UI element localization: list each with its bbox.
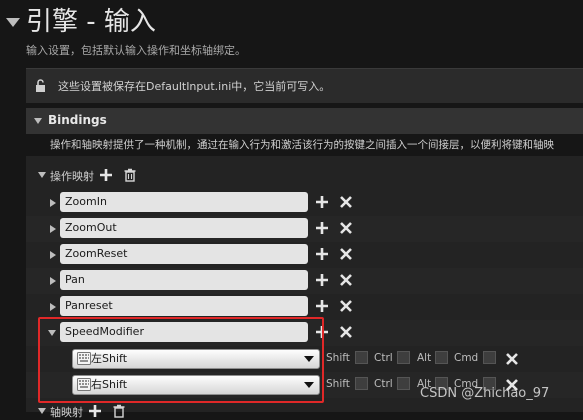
remove-key-icon[interactable] bbox=[505, 352, 519, 366]
action-name-field[interactable]: Panreset bbox=[60, 296, 308, 316]
bindings-title: Bindings bbox=[48, 113, 107, 127]
axis-mappings-label: 轴映射 bbox=[50, 406, 83, 419]
action-mappings-caret-icon[interactable] bbox=[38, 172, 46, 178]
action-mapping-row: ZoomOut bbox=[26, 216, 583, 242]
add-key-icon[interactable] bbox=[315, 299, 329, 313]
remove-icon[interactable] bbox=[339, 325, 353, 339]
action-name-field[interactable]: ZoomOut bbox=[60, 218, 308, 238]
collapse-caret-icon[interactable] bbox=[6, 18, 20, 27]
remove-icon[interactable] bbox=[339, 273, 353, 287]
add-action-mapping-icon[interactable] bbox=[99, 168, 113, 182]
remove-icon[interactable] bbox=[339, 195, 353, 209]
add-axis-mapping-icon[interactable] bbox=[88, 404, 102, 418]
trash-icon[interactable] bbox=[123, 168, 137, 182]
action-mapping-row: ZoomReset bbox=[26, 242, 583, 268]
watermark: CSDN @Zhichao_97 bbox=[420, 386, 550, 401]
shift-label: Shift bbox=[326, 378, 350, 390]
ctrl-label: Ctrl bbox=[374, 352, 393, 364]
remove-icon[interactable] bbox=[339, 247, 353, 261]
notice-text: 这些设置被保存在DefaultInput.ini中，它当前可写入。 bbox=[58, 80, 331, 93]
bindings-description: 操作和轴映射提供了一种机制，通过在输入行为和激活该行为的按键之间插入一个间接层，… bbox=[50, 139, 554, 151]
ctrl-checkbox[interactable] bbox=[397, 351, 410, 364]
action-mappings-label: 操作映射 bbox=[50, 170, 94, 183]
action-mapping-row: ZoomIn bbox=[26, 190, 583, 216]
remove-icon[interactable] bbox=[339, 299, 353, 313]
remove-icon[interactable] bbox=[339, 221, 353, 235]
expand-caret-icon bbox=[34, 118, 42, 124]
add-key-icon[interactable] bbox=[315, 195, 329, 209]
row-expand-icon[interactable] bbox=[50, 251, 56, 259]
unlock-icon bbox=[36, 79, 45, 92]
shift-checkbox[interactable] bbox=[355, 351, 368, 364]
row-expand-icon[interactable] bbox=[50, 225, 56, 233]
alt-label: Alt bbox=[417, 352, 432, 364]
add-key-icon[interactable] bbox=[315, 273, 329, 287]
action-name-field[interactable]: ZoomReset bbox=[60, 244, 308, 264]
row-expand-icon[interactable] bbox=[50, 303, 56, 311]
cmd-checkbox[interactable] bbox=[483, 351, 496, 364]
ctrl-label: Ctrl bbox=[374, 378, 393, 390]
action-name-field[interactable]: ZoomIn bbox=[60, 192, 308, 212]
alt-checkbox[interactable] bbox=[435, 351, 448, 364]
page-title: 引擎 - 输入 bbox=[26, 7, 156, 37]
bindings-section-header[interactable]: Bindings bbox=[26, 108, 583, 134]
trash-icon[interactable] bbox=[112, 404, 126, 418]
highlight-annotation bbox=[38, 317, 324, 403]
shift-label: Shift bbox=[326, 352, 350, 364]
axis-mappings-caret-icon[interactable] bbox=[38, 408, 46, 414]
config-notice-bar: 这些设置被保存在DefaultInput.ini中，它当前可写入。 bbox=[26, 68, 583, 103]
row-expand-icon[interactable] bbox=[50, 199, 56, 207]
shift-checkbox[interactable] bbox=[355, 377, 368, 390]
action-mapping-row: Pan bbox=[26, 268, 583, 294]
add-key-icon[interactable] bbox=[315, 247, 329, 261]
ctrl-checkbox[interactable] bbox=[397, 377, 410, 390]
cmd-label: Cmd bbox=[454, 352, 479, 364]
action-name-field[interactable]: Pan bbox=[60, 270, 308, 290]
page-subtitle: 输入设置，包括默认输入操作和坐标轴绑定。 bbox=[26, 44, 246, 57]
row-expand-icon[interactable] bbox=[50, 277, 56, 285]
add-key-icon[interactable] bbox=[315, 221, 329, 235]
